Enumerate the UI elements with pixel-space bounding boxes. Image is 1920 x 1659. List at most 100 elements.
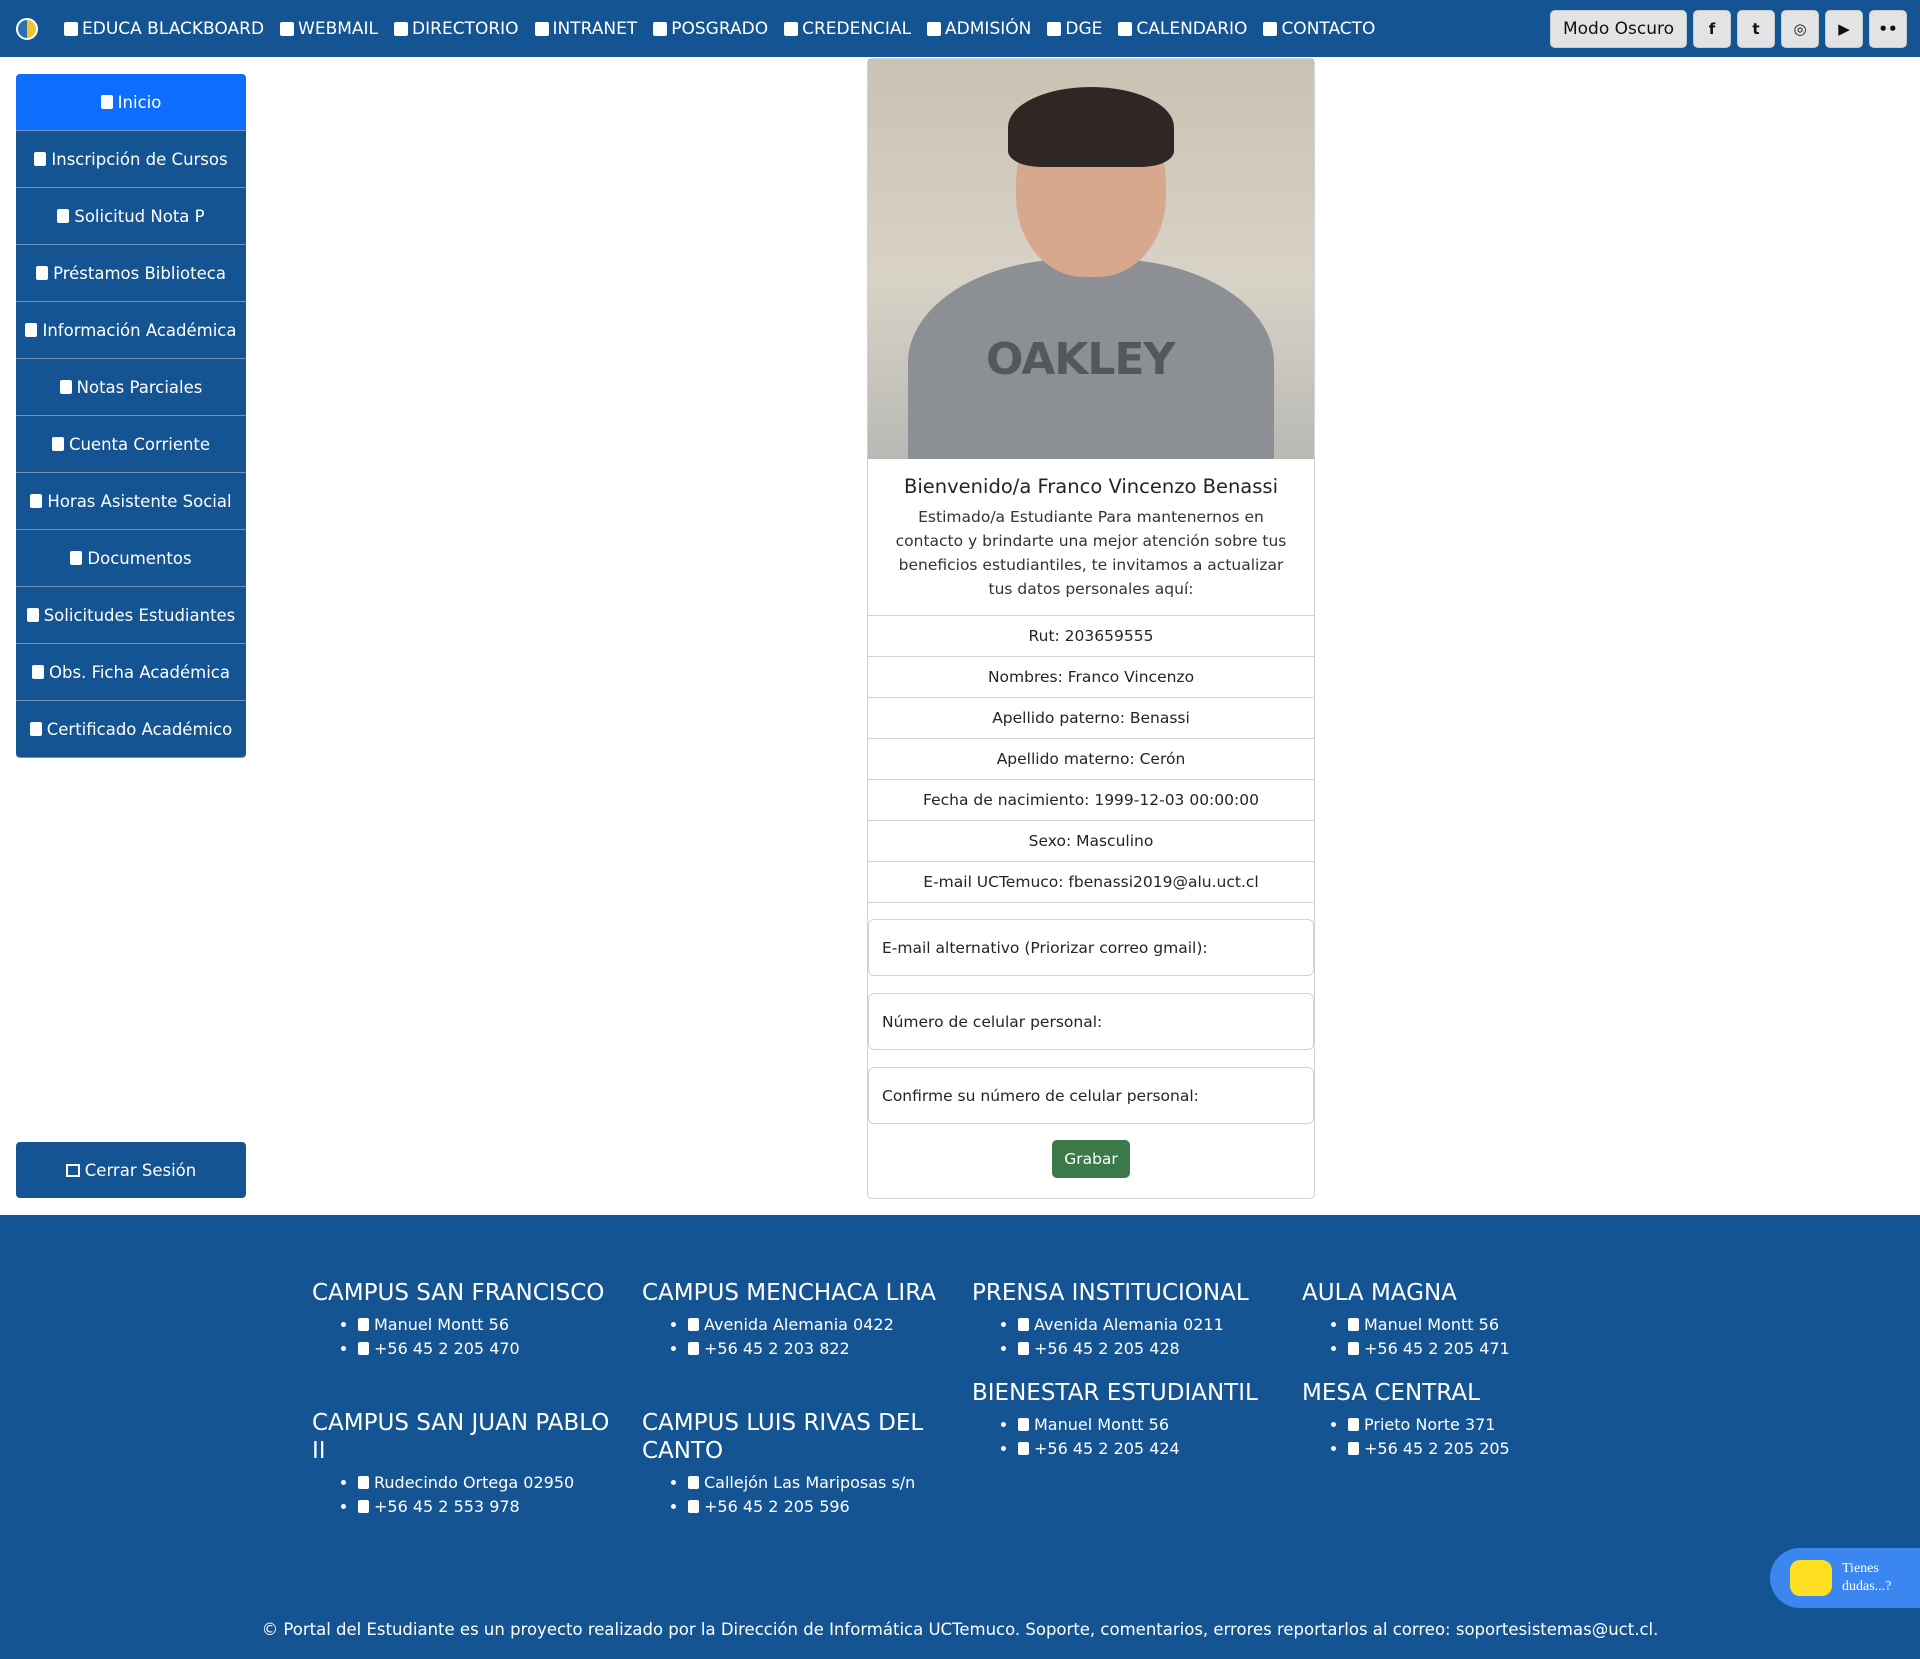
sidebar-item-inscripcion-cursos[interactable]: Inscripción de Cursos	[16, 131, 246, 188]
footer-section: CAMPUS MENCHACA LIRA Avenida Alemania 04…	[642, 1279, 942, 1361]
sidebar-item-cuenta-corriente[interactable]: Cuenta Corriente	[16, 416, 246, 473]
university-logo-icon[interactable]	[16, 17, 38, 40]
sidebar-item-documentos[interactable]: Documentos	[16, 530, 246, 587]
footer-phone: +56 45 2 205 205	[1348, 1437, 1602, 1461]
footer-section: BIENESTAR ESTUDIANTIL Manuel Montt 56 +5…	[972, 1379, 1272, 1461]
hand-pointer-icon	[927, 21, 942, 36]
dark-mode-button[interactable]: Modo Oscuro	[1549, 10, 1687, 48]
nav-link-admision[interactable]: ADMISIÓN	[927, 19, 1031, 39]
footer-copyright: © Portal del Estudiante es un proyecto r…	[261, 1620, 1659, 1639]
twitter-icon[interactable]: t	[1737, 10, 1775, 48]
signature-icon	[57, 209, 70, 223]
flickr-icon[interactable]: ••	[1869, 10, 1907, 48]
footer-address: Prieto Norte 371	[1348, 1413, 1602, 1437]
chat-label-line1: Tienes	[1842, 1561, 1879, 1576]
footer-section: PRENSA INSTITUCIONAL Avenida Alemania 02…	[972, 1279, 1272, 1361]
map-marker-icon	[1018, 1318, 1029, 1331]
student-data-list: Rut: 203659555 Nombres: Franco Vincenzo …	[868, 615, 1314, 903]
nav-link-webmail[interactable]: WEBMAIL	[280, 19, 378, 39]
alt-email-field[interactable]: E-mail alternativo (Priorizar correo gma…	[868, 919, 1314, 976]
footer-phone-text: +56 45 2 205 470	[374, 1339, 520, 1358]
footer-address: Avenida Alemania 0211	[1018, 1313, 1272, 1337]
map-marker-icon	[688, 1318, 699, 1331]
apellido-materno-row: Apellido materno: Cerón	[868, 739, 1314, 780]
sidebar-item-label: Obs. Ficha Académica	[49, 662, 230, 682]
chat-widget-button[interactable]: Tienes dudas...?	[1770, 1548, 1920, 1608]
footer-section: MESA CENTRAL Prieto Norte 371 +56 45 2 2…	[1302, 1379, 1602, 1461]
sidebar-item-certificado-academico[interactable]: Certificado Académico	[16, 701, 246, 758]
sidebar-item-solicitudes-estudiantes[interactable]: Solicitudes Estudiantes	[16, 587, 246, 644]
nav-link-calendario[interactable]: CALENDARIO	[1118, 19, 1247, 39]
sidebar-item-inicio[interactable]: Inicio	[16, 74, 246, 131]
sidebar-item-label: Horas Asistente Social	[47, 491, 232, 511]
chat-label: Tienes dudas...?	[1842, 1560, 1891, 1596]
users-icon	[394, 21, 409, 36]
footer: CAMPUS SAN FRANCISCO Manuel Montt 56 +56…	[0, 1215, 1920, 1659]
nav-link-dge[interactable]: DGE	[1047, 19, 1102, 39]
footer-section: CAMPUS SAN FRANCISCO Manuel Montt 56 +56…	[312, 1279, 612, 1361]
save-button[interactable]: Grabar	[1052, 1140, 1130, 1178]
rut-row: Rut: 203659555	[868, 616, 1314, 657]
youtube-icon[interactable]: ▶	[1825, 10, 1863, 48]
file-alt-icon	[25, 323, 38, 337]
phone-icon	[688, 1342, 699, 1355]
update-info-message: Estimado/a Estudiante Para mantenernos e…	[895, 508, 1287, 598]
footer-section-title: BIENESTAR ESTUDIANTIL	[972, 1380, 1258, 1406]
nav-link-intranet[interactable]: INTRANET	[534, 19, 637, 39]
footer-phone-text: +56 45 2 205 596	[704, 1497, 850, 1516]
footer-section-title: CAMPUS SAN FRANCISCO	[312, 1280, 605, 1306]
logout-button[interactable]: Cerrar Sesión	[16, 1142, 246, 1198]
footer-phone: +56 45 2 205 471	[1348, 1337, 1602, 1361]
footer-address: Manuel Montt 56	[1018, 1413, 1272, 1437]
sidebar-item-prestamos-biblioteca[interactable]: Préstamos Biblioteca	[16, 245, 246, 302]
nav-link-directorio[interactable]: DIRECTORIO	[394, 19, 519, 39]
chat-label-line2: dudas...?	[1842, 1579, 1892, 1594]
sidebar-item-informacion-academica[interactable]: Información Académica	[16, 302, 246, 359]
footer-phone: +56 45 2 553 978	[358, 1495, 612, 1519]
footer-address-text: Manuel Montt 56	[1034, 1415, 1169, 1434]
footer-phone-text: +56 45 2 205 471	[1364, 1339, 1510, 1358]
map-marker-icon	[358, 1476, 369, 1489]
list-alt-icon	[59, 380, 72, 394]
navbar-right: Modo Oscuro f t ◎ ▶ ••	[1549, 10, 1907, 48]
footer-phone: +56 45 2 205 424	[1018, 1437, 1272, 1461]
instagram-icon[interactable]: ◎	[1781, 10, 1819, 48]
map-marker-icon	[358, 1318, 369, 1331]
nav-link-credencial[interactable]: CREDENCIAL	[784, 19, 911, 39]
sidebar-item-label: Solicitud Nota P	[74, 206, 205, 226]
sidebar-item-label: Inicio	[117, 92, 162, 112]
comment-icon	[34, 152, 47, 166]
graduation-cap-icon	[653, 21, 668, 36]
nav-link-posgrado[interactable]: POSGRADO	[653, 19, 768, 39]
footer-address-text: Rudecindo Ortega 02950	[374, 1473, 575, 1492]
nav-links: EDUCA BLACKBOARD WEBMAIL DIRECTORIO INTR…	[48, 19, 1375, 39]
phone-icon	[688, 1500, 699, 1513]
nav-link-educa-blackboard[interactable]: EDUCA BLACKBOARD	[64, 19, 264, 39]
sidebar-item-horas-asistente-social[interactable]: Horas Asistente Social	[16, 473, 246, 530]
facebook-icon[interactable]: f	[1693, 10, 1731, 48]
footer-address: Avenida Alemania 0422	[688, 1313, 942, 1337]
photo-shirt-logo: OAKLEY	[986, 334, 1175, 385]
chat-bubble-icon	[1790, 1560, 1832, 1596]
footer-address-text: Prieto Norte 371	[1364, 1415, 1496, 1434]
map-marker-icon	[1018, 1418, 1029, 1431]
footer-address-text: Manuel Montt 56	[374, 1315, 509, 1334]
footer-section-title: CAMPUS LUIS RIVAS DEL CANTO	[642, 1410, 924, 1464]
student-photo: OAKLEY	[868, 59, 1314, 459]
footer-address-text: Avenida Alemania 0422	[704, 1315, 894, 1334]
sidebar-item-solicitud-nota-p[interactable]: Solicitud Nota P	[16, 188, 246, 245]
book-icon	[36, 266, 49, 280]
phone-field[interactable]: Número de celular personal:	[868, 993, 1314, 1050]
footer-address: Manuel Montt 56	[358, 1313, 612, 1337]
signature-icon	[26, 608, 39, 622]
sidebar-item-label: Certificado Académico	[46, 719, 233, 739]
footer-address-text: Callejón Las Mariposas s/n	[704, 1473, 916, 1492]
envelope-icon	[280, 21, 295, 36]
nav-link-label: WEBMAIL	[298, 18, 379, 39]
nav-link-contacto[interactable]: CONTACTO	[1263, 19, 1375, 39]
sidebar-item-notas-parciales[interactable]: Notas Parciales	[16, 359, 246, 416]
nav-link-label: CONTACTO	[1281, 18, 1376, 39]
sidebar-item-obs-ficha-academica[interactable]: Obs. Ficha Académica	[16, 644, 246, 701]
id-card-icon	[784, 21, 799, 36]
confirm-phone-field[interactable]: Confirme su número de celular personal:	[868, 1067, 1314, 1124]
